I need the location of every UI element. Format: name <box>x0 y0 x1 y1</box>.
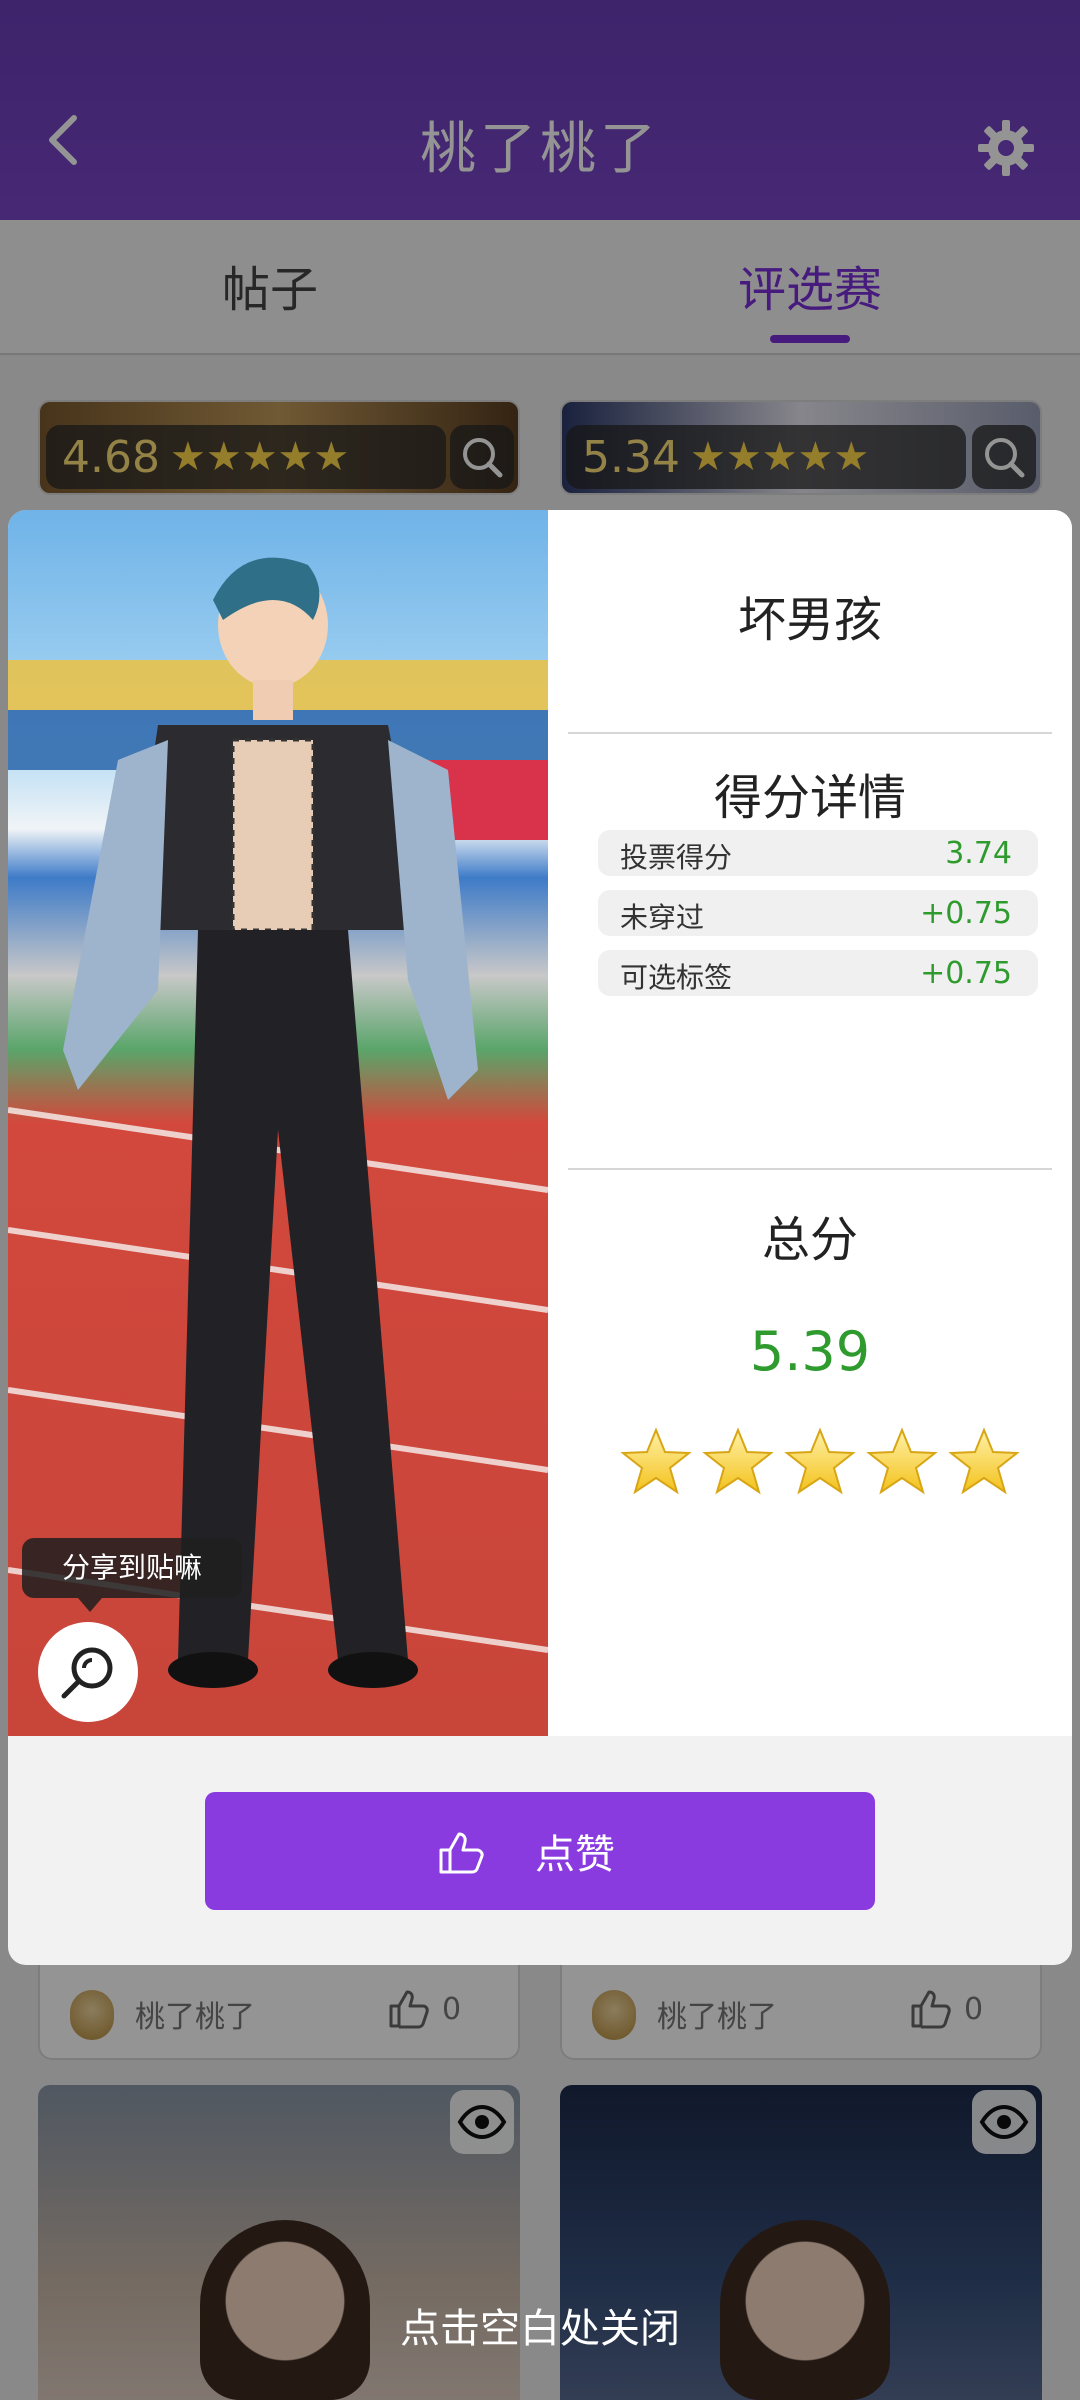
share-tooltip: 分享到贴嘛 <box>22 1538 242 1598</box>
total-score-value: 5.39 <box>749 1320 871 1383</box>
score-row-label: 可选标签 <box>620 961 733 994</box>
star-icon <box>702 1427 774 1495</box>
star-rating <box>620 1426 1020 1506</box>
tooltip-arrow <box>78 1598 102 1612</box>
star-icon <box>866 1427 938 1495</box>
score-row-value: +0.75 <box>920 896 1012 931</box>
star-icon <box>784 1427 856 1495</box>
like-button-label: 点赞 <box>535 1832 615 1878</box>
score-details-title: 得分详情 <box>713 770 906 826</box>
close-hint: 点击空白处关闭 <box>400 2306 680 2352</box>
star-icon <box>948 1427 1020 1495</box>
divider <box>568 1168 1052 1170</box>
star-icon <box>620 1427 692 1495</box>
score-info-panel: 坏男孩 得分详情 投票得分 3.74 未穿过 +0.75 可选标签 +0.75 … <box>548 510 1072 1736</box>
divider <box>568 732 1052 734</box>
share-icon[interactable] <box>38 1622 138 1722</box>
score-detail-dialog: 分享到贴嘛 坏男孩 得分详情 投票得分 3.74 未穿过 +0.75 可选标签 … <box>8 510 1072 1965</box>
score-row-label: 投票得分 <box>620 841 733 874</box>
score-row-value: 3.74 <box>945 836 1012 871</box>
score-row-not-worn: 未穿过 +0.75 <box>598 890 1038 936</box>
score-row-optional-tag: 可选标签 +0.75 <box>598 950 1038 996</box>
thumbs-up-icon <box>435 1826 487 1878</box>
outfit-title: 坏男孩 <box>737 592 882 648</box>
like-button[interactable]: 点赞 <box>205 1792 875 1910</box>
total-score-title: 总分 <box>761 1212 858 1268</box>
score-row-value: +0.75 <box>920 956 1012 991</box>
score-row-label: 未穿过 <box>620 901 705 934</box>
score-row-vote: 投票得分 3.74 <box>598 830 1038 876</box>
